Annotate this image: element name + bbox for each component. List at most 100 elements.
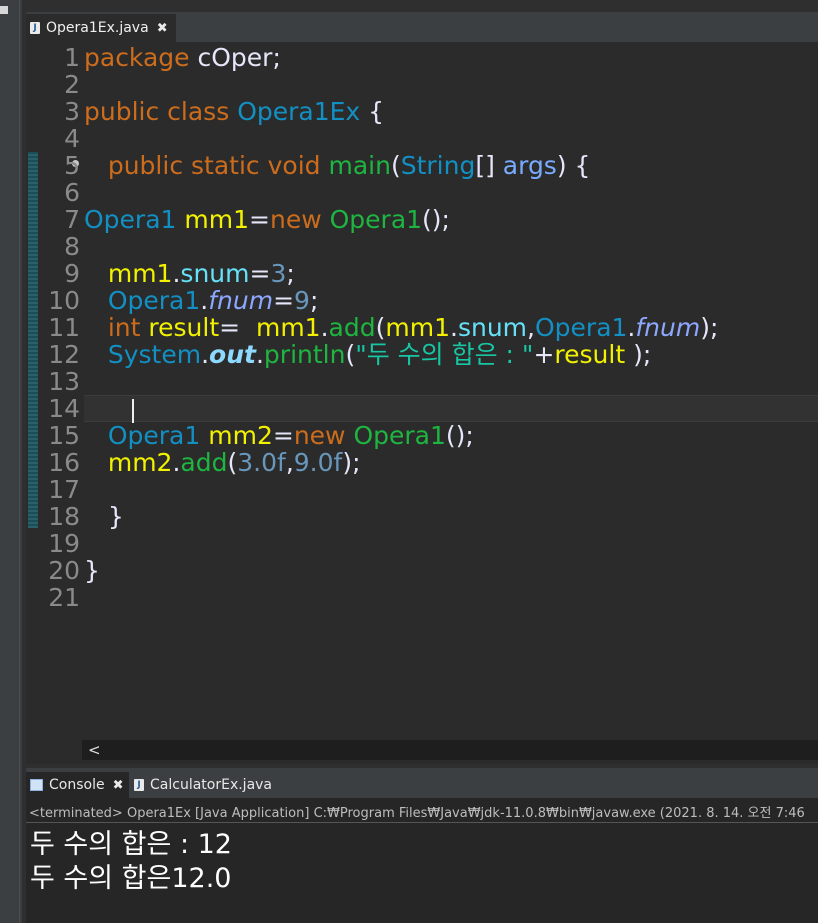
type-name: String (400, 151, 476, 180)
object-ref: mm1 (385, 313, 450, 342)
line-number: 8 (64, 232, 80, 261)
operator: = (249, 259, 271, 288)
method-call: println (263, 340, 346, 369)
keyword: public static void (107, 151, 321, 180)
terminator: ); (700, 313, 719, 342)
closing-brace: } (84, 556, 100, 585)
variable: mm1 (107, 259, 173, 288)
terminator: ); (625, 340, 652, 369)
tab-label: Opera1Ex.java (46, 20, 149, 36)
tab-opera1ex-java[interactable]: J Opera1Ex.java ✖ (26, 14, 176, 42)
line-number: 19 (48, 529, 80, 558)
brace: { (360, 97, 385, 126)
close-tab-icon[interactable]: ✖ (157, 21, 168, 36)
class-name: Opera1Ex (237, 97, 361, 126)
code-line-7: Opera1 mm1=new Opera1(); (84, 206, 818, 233)
line-number: 10 (48, 286, 80, 315)
tab-calculatorex-java[interactable]: J CalculatorEx.java (134, 772, 272, 798)
code-line-15: Opera1 mm2=new Opera1(); (84, 422, 818, 449)
line-number: 4 (64, 124, 80, 153)
field: snum (457, 313, 528, 342)
constructor: Opera1 (329, 205, 423, 234)
static-field: fnum (635, 313, 701, 342)
method-call: add (328, 313, 376, 342)
code-editor[interactable]: J Opera1Ex.java ✖ 1 2 3 4 5 6 7 8 9 10 1… (26, 12, 818, 764)
parameter: args (502, 151, 557, 180)
code-line-1: package cOper; (84, 44, 818, 71)
line-number: 17 (48, 475, 80, 504)
java-file-icon: J (30, 22, 40, 34)
line-number: 14 (48, 394, 80, 423)
variable: mm2 (107, 448, 173, 477)
variable: result (554, 340, 626, 369)
editor-tab-bar: J Opera1Ex.java ✖ (26, 12, 818, 42)
class-name: Opera1 (107, 286, 201, 315)
terminator: (); (422, 205, 450, 234)
number-literal: 3 (270, 259, 287, 288)
console-panel: Console ✖ J CalculatorEx.java <terminate… (26, 768, 818, 923)
operator: = (249, 205, 270, 234)
code-area[interactable]: package cOper; public class Opera1Ex { p… (84, 44, 818, 611)
object-ref: mm1 (255, 313, 321, 342)
line-number-gutter: 1 2 3 4 5 6 7 8 9 10 11 12 13 14 15 16 1… (40, 44, 80, 611)
line-number: 5 (64, 151, 80, 180)
operator: = (219, 313, 256, 342)
panel-divider (19, 0, 20, 923)
number-literal: 3.0f (237, 448, 286, 477)
line-number: 20 (48, 556, 80, 585)
static-field: out (209, 340, 256, 369)
line-number: 2 (64, 70, 80, 99)
console-tab-bar: Console ✖ J CalculatorEx.java (26, 768, 818, 798)
process-status-line: <terminated> Opera1Ex [Java Application]… (29, 806, 805, 821)
operator: = (273, 286, 295, 315)
tab-label: Console (49, 777, 105, 793)
close-tab-icon[interactable]: ✖ (113, 778, 124, 793)
paren: ( (390, 151, 401, 180)
tab-label: CalculatorEx.java (150, 777, 273, 793)
variable: mm2 (208, 421, 273, 450)
keyword: package (84, 43, 190, 72)
terminator: (); (445, 421, 474, 450)
code-line-20: } (84, 557, 818, 584)
text-caret (131, 399, 134, 423)
closing-brace: } (107, 502, 124, 531)
line-number: 16 (48, 448, 80, 477)
string-literal: "두 수의 합은 : " (355, 340, 534, 369)
code-line-14-current[interactable] (84, 395, 818, 423)
tab-console[interactable]: Console ✖ (26, 772, 130, 798)
paren: ( (375, 313, 386, 342)
minimize-icon[interactable] (0, 6, 8, 14)
line-number: 3 (64, 97, 80, 126)
code-line-12: System.out.println("두 수의 합은 : "+result )… (84, 341, 818, 368)
line-number: 13 (48, 367, 80, 396)
keyword: public class (84, 97, 230, 126)
variable: result (148, 313, 220, 342)
method-name: main (328, 151, 391, 180)
operator: = (272, 421, 294, 450)
terminator: ); (342, 448, 361, 477)
java-file-icon: J (134, 779, 144, 791)
scroll-left-icon[interactable]: < (88, 741, 101, 759)
code-line-3: public class Opera1Ex { (84, 98, 818, 125)
paren: ( (345, 340, 356, 369)
package-name: cOper; (189, 43, 281, 72)
horizontal-scrollbar[interactable]: < (82, 740, 818, 760)
constructor: Opera1 (353, 421, 446, 450)
code-line-11: int result= mm1.add(mm1.snum,Opera1.fnum… (84, 314, 818, 341)
line-number: 1 (64, 43, 80, 72)
dot: . (320, 313, 329, 342)
type-name: Opera1 (84, 205, 177, 234)
dot: . (255, 340, 264, 369)
paren-brace: ) { (556, 151, 591, 180)
line-number: 18 (48, 502, 80, 531)
class-name: Opera1 (534, 313, 628, 342)
console-output-line: 두 수의 합은12.0 (30, 863, 232, 894)
static-field: fnum (208, 286, 274, 315)
code-line-18: } (84, 503, 818, 530)
